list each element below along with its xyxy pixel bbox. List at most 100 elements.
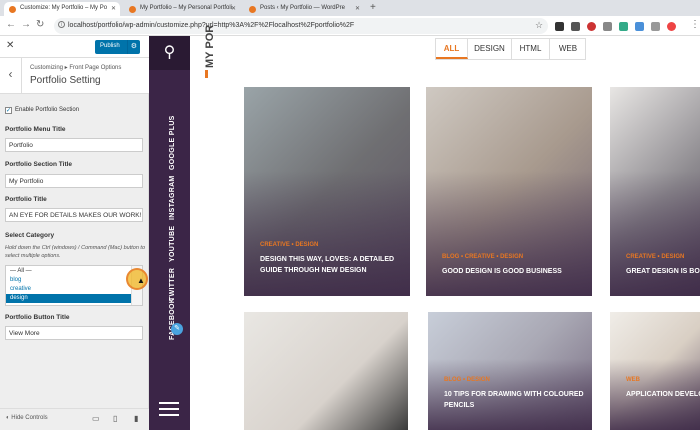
card-overlay [426,170,592,296]
portfolio-card[interactable]: WEB APPLICATION DEVELOPM [610,312,700,430]
portfolio-card[interactable]: CREATIVE • DESIGN GREAT DESIGN IS BORN O [610,87,700,296]
card-title: GREAT DESIGN IS BORN O [626,268,700,275]
portfolio-card[interactable] [244,312,408,430]
category-option-selected[interactable]: design [6,294,132,303]
card-overlay [610,170,700,296]
menu-title-label: Portfolio Menu Title [5,126,66,133]
search-icon[interactable]: ⚲ [149,36,190,70]
tab-title: My Portfolio – My Personal Portfoli [140,5,233,11]
url-input[interactable]: i localhost/portfolio/wp-admin/customize… [54,18,548,34]
close-icon[interactable]: ✕ [6,40,14,51]
select-category-description: Hold down the Ctrl (windows) / Command (… [5,245,145,259]
category-option[interactable]: — All — [6,267,132,276]
tablet-preview-icon[interactable]: ▯ [113,414,117,423]
close-tab-icon[interactable]: ✕ [355,5,360,12]
extension-icon[interactable] [587,22,596,31]
info-icon[interactable]: i [58,21,65,28]
gear-icon[interactable]: ⚙ [131,42,137,50]
tab-portfolio[interactable]: My Portfolio – My Personal Portfoli ✕ [124,2,240,16]
social-twitter[interactable]: TWITTER [169,268,176,301]
hamburger-menu-icon[interactable] [159,402,179,404]
mobile-preview-icon[interactable]: ▮ [134,414,138,423]
close-tab-icon[interactable]: ✕ [111,5,116,12]
back-arrow-icon[interactable]: ← [6,19,16,30]
filter-design[interactable]: DESIGN [468,39,512,59]
section-title: Portfolio Setting [30,75,101,86]
card-category: CREATIVE • DESIGN [626,254,685,260]
browser-tab-bar: Customize: My Portfolio – My Po ✕ My Por… [0,0,700,16]
new-tab-icon[interactable]: + [370,2,376,13]
card-category: BLOG • DESIGN [444,377,490,383]
extension-icon[interactable] [555,22,564,31]
reload-icon[interactable]: ↻ [36,19,44,30]
filter-all[interactable]: ALL [436,39,468,59]
social-google-plus[interactable]: GOOGLE PLUS [169,115,176,170]
social-instagram[interactable]: INSTAGRAM [169,175,176,220]
edit-pencil-icon[interactable]: ✎ [171,323,183,335]
tab-customize[interactable]: Customize: My Portfolio – My Po ✕ [4,2,120,16]
forward-arrow-icon[interactable]: → [21,19,31,30]
menu-title-field[interactable]: Portfolio [5,138,143,152]
section-header: ‹ Customizing ▸ Front Page Options Portf… [0,58,149,94]
card-title: DESIGN THIS WAY, LOVES: A DETAILED GUIDE… [260,256,395,274]
hide-controls-button[interactable]: ◐ Hide Controls [6,415,48,421]
customizer-footer: ◐ Hide Controls ▭ ▯ ▮ [0,408,149,430]
button-title-label: Portfolio Button Title [5,314,70,321]
menu-kebab-icon[interactable]: ⋮ [690,19,700,30]
close-tab-icon[interactable]: ✕ [231,5,236,12]
section-title-field[interactable]: My Portfolio [5,174,143,188]
tab-title: Customize: My Portfolio – My Po [20,5,108,11]
extension-icon[interactable] [571,22,580,31]
extension-icon[interactable] [635,22,644,31]
card-image [244,312,408,430]
publish-label: Publish [100,43,120,49]
portfolio-card[interactable]: CREATIVE • DESIGN DESIGN THIS WAY, LOVES… [244,87,410,296]
extension-icon[interactable] [667,22,676,31]
card-category: BLOG • CREATIVE • DESIGN [442,254,524,260]
hamburger-menu-icon[interactable] [159,414,179,416]
portfolio-section-title: MY POR [204,24,216,68]
extension-icon[interactable] [651,22,660,31]
extension-icon[interactable] [619,22,628,31]
portfolio-card[interactable]: BLOG • CREATIVE • DESIGN GOOD DESIGN IS … [426,87,592,296]
divider [127,40,128,54]
card-title: APPLICATION DEVELOPM [626,391,700,398]
address-bar: ← → ↻ i localhost/portfolio/wp-admin/cus… [0,16,700,36]
select-category-label: Select Category [5,232,55,239]
portfolio-filter: ALL DESIGN HTML WEB [435,38,586,60]
wordpress-favicon-icon [9,6,16,13]
wordpress-favicon-icon [249,6,256,13]
mouse-cursor-highlight: ▲ [126,268,148,290]
portfolio-title-field[interactable]: AN EYE FOR DETAILS MAKES OUR WORK! [5,208,143,222]
card-title: GOOD DESIGN IS GOOD BUSINESS [442,268,562,275]
tab-title: Posts ‹ My Portfolio — WordPre [260,5,345,11]
customizer-header: ✕ Publish ⚙ [0,36,149,58]
category-option[interactable]: blog [6,276,132,285]
extension-icon[interactable] [603,22,612,31]
social-youtube[interactable]: YOUTUBE [169,226,176,262]
card-category: WEB [626,377,640,383]
hamburger-menu-icon[interactable] [159,408,179,410]
site-side-nav: ⚲ GOOGLE PLUS INSTAGRAM YOUTUBE TWITTER … [149,36,190,430]
tab-posts[interactable]: Posts ‹ My Portfolio — WordPre ✕ [244,2,364,16]
pointer-icon: ▲ [137,276,145,285]
wordpress-favicon-icon [129,6,136,13]
portfolio-card[interactable]: BLOG • DESIGN 10 TIPS FOR DRAWING WITH C… [428,312,592,430]
customizer-panel: ✕ Publish ⚙ ‹ Customizing ▸ Front Page O… [0,36,149,430]
category-option[interactable]: creative [6,285,132,294]
button-title-field[interactable]: View More [5,326,143,340]
portfolio-title-label: Portfolio Title [5,196,47,203]
back-button[interactable]: ‹ [0,58,22,94]
filter-web[interactable]: WEB [550,39,586,59]
title-accent-mark [205,70,208,78]
bookmark-star-icon[interactable]: ☆ [535,20,543,31]
hide-controls-label: Hide Controls [11,415,48,421]
card-overlay [244,170,410,296]
publish-button[interactable]: Publish ⚙ [95,40,140,54]
enable-portfolio-checkbox[interactable]: ✓ [5,107,12,114]
category-multiselect[interactable]: — All — blog creative design [5,265,143,306]
section-title-label: Portfolio Section Title [5,161,73,168]
desktop-preview-icon[interactable]: ▭ [92,414,100,423]
filter-html[interactable]: HTML [512,39,550,59]
card-category: CREATIVE • DESIGN [260,242,319,248]
